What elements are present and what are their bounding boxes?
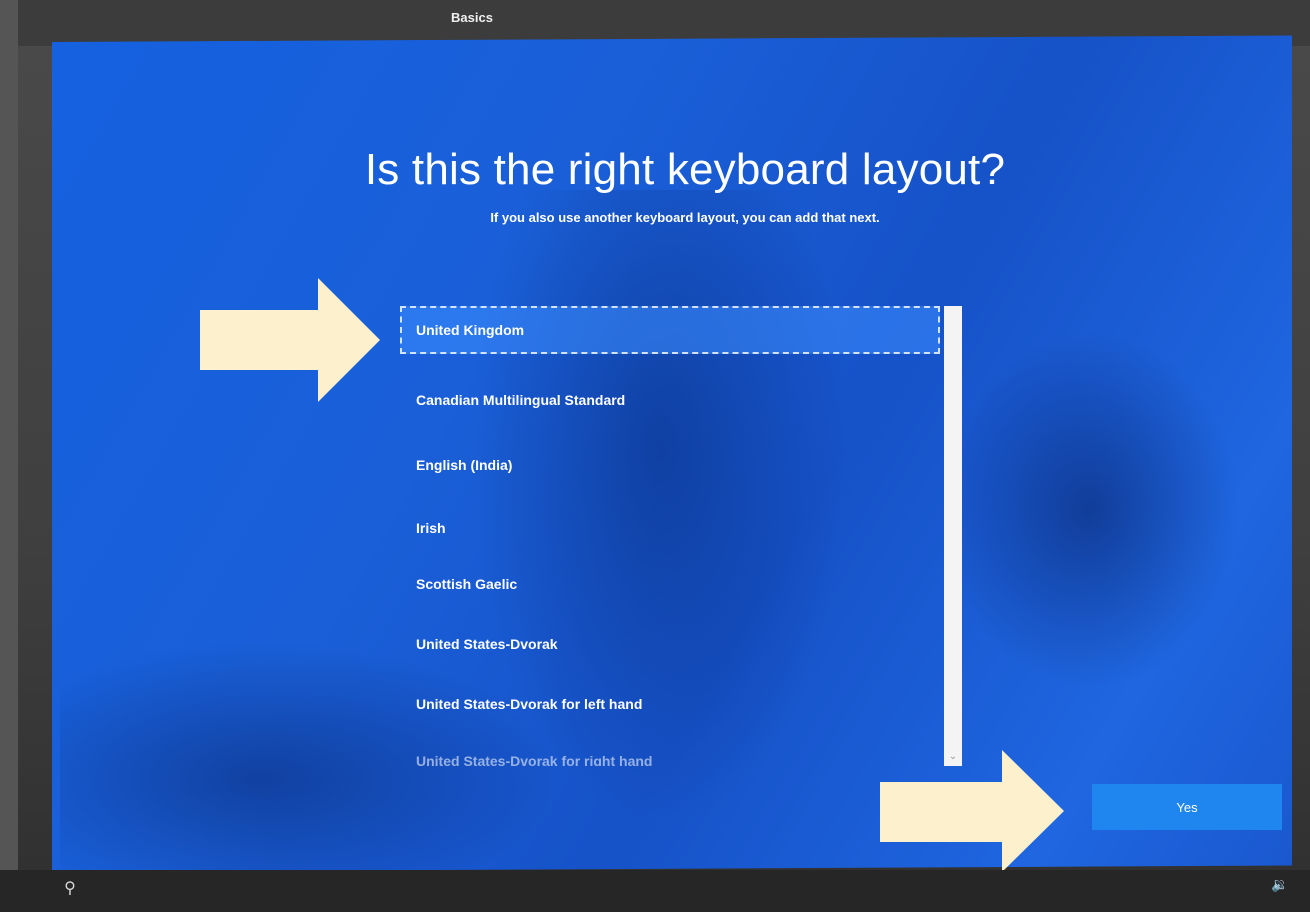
list-item-scottish-gaelic[interactable]: Scottish Gaelic bbox=[400, 560, 940, 608]
annotation-arrow-icon bbox=[878, 750, 1078, 872]
photo-frame: Basics Is this the right keyboard layout… bbox=[0, 0, 1310, 912]
list-item-english-india[interactable]: English (India) bbox=[400, 441, 940, 489]
annotation-arrow-icon bbox=[196, 278, 386, 402]
list-scrollbar[interactable]: ⌄ bbox=[944, 306, 962, 766]
list-item-united-kingdom[interactable]: United Kingdom bbox=[400, 306, 940, 354]
list-item-us-dvorak-left[interactable]: United States-Dvorak for left hand bbox=[400, 680, 940, 728]
bottom-strip bbox=[0, 870, 1310, 912]
page-title: Is this the right keyboard layout? bbox=[364, 145, 1006, 194]
list-item-irish[interactable]: Irish bbox=[400, 504, 940, 552]
ease-of-access-icon[interactable]: ⚲ bbox=[60, 878, 80, 898]
page-subtitle: If you also use another keyboard layout,… bbox=[490, 210, 880, 225]
volume-icon[interactable]: 🔉 bbox=[1270, 876, 1290, 896]
list-item-us-dvorak-right[interactable]: United States-Dvorak for right hand bbox=[400, 754, 940, 766]
list-item-canadian-multilingual[interactable]: Canadian Multilingual Standard bbox=[400, 376, 940, 424]
left-bezel bbox=[0, 0, 18, 912]
keyboard-layout-list[interactable]: United Kingdom Canadian Multilingual Sta… bbox=[400, 306, 945, 766]
yes-button[interactable]: Yes bbox=[1092, 784, 1282, 830]
list-item-us-dvorak[interactable]: United States-Dvorak bbox=[400, 620, 940, 668]
